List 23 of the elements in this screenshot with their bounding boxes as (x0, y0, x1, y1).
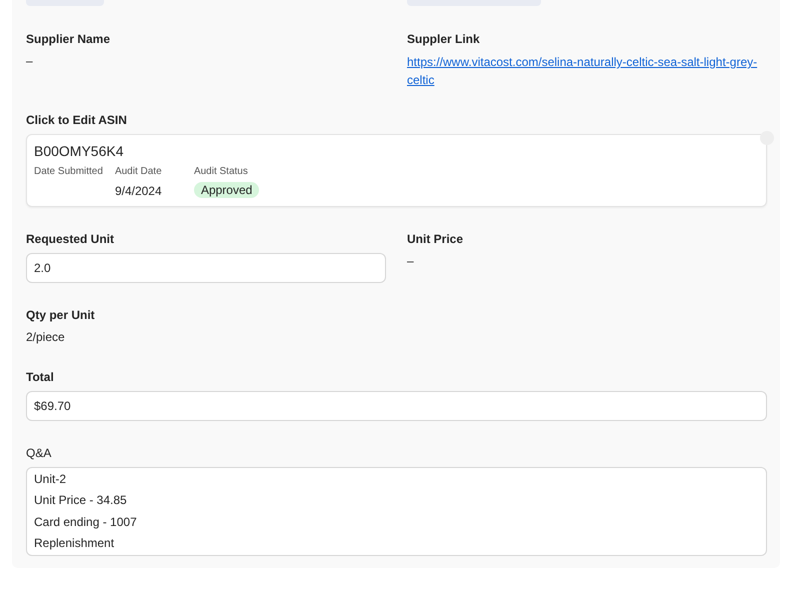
field-label: Total (26, 369, 55, 385)
qa-field[interactable]: Unit-2 Unit Price - 34.85 Card ending - 1007 Replenishment (26, 467, 767, 556)
requested-unit-field[interactable]: 2.0 (26, 253, 386, 283)
field-label: Supplier Name (26, 31, 112, 47)
supplier-link[interactable]: https://www.vitacost.com/selina-naturally-celtic-sea-salt-light-grey-celtic (407, 53, 762, 89)
field-label: Qty per Unit (26, 307, 96, 323)
field-label: Q&A (26, 445, 52, 461)
column-label: Audit Date (114, 165, 162, 178)
field-label: Requested Unit (26, 231, 116, 247)
column-value: 9/4/2024 (114, 183, 162, 199)
field-label: Suppler Link (407, 31, 481, 47)
circle-icon[interactable] (760, 131, 774, 145)
field-value: – (26, 53, 34, 69)
asin-value: B00OMY56K4 (34, 142, 124, 160)
total-field[interactable]: $69.70 (26, 391, 767, 421)
asin-card[interactable]: B00OMY56K4 Date Submitted Audit Date 9/4/2024 Audit Status Approved (26, 134, 767, 207)
field-value: 2/piece (26, 329, 66, 345)
status-badge: Approved (194, 182, 260, 198)
column-label: Date Submitted (34, 165, 103, 178)
field-label: Click to Edit ASIN (26, 112, 128, 128)
column-label: Audit Status (194, 165, 248, 178)
field-label: Unit Price (407, 231, 464, 247)
field-value: – (407, 253, 415, 269)
